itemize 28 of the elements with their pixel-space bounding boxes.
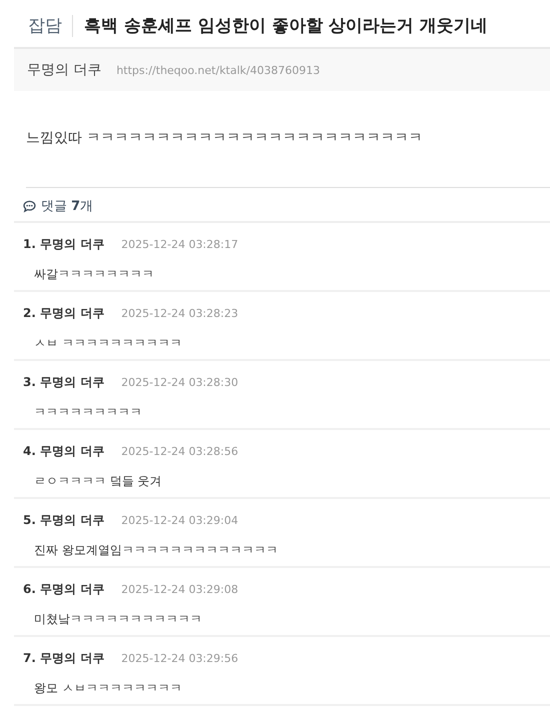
category-label: 잡담 (28, 15, 62, 37)
comment-text: 왕모 ㅅㅂㅋㅋㅋㅋㅋㅋㅋㅋ (33, 680, 183, 697)
speech-bubble-icon (22, 198, 37, 214)
post-body: 느낌있따 ㅋㅋㅋㅋㅋㅋㅋㅋㅋㅋㅋㅋㅋㅋㅋㅋㅋㅋㅋㅋㅋㅋㅋㅋ (25, 129, 424, 148)
comment-time: 2025-12-24 03:28:30 (121, 376, 238, 389)
comment-text: ㅋㅋㅋㅋㅋㅋㅋㅋㅋ (33, 404, 143, 421)
comment-author: 7. 무명의 더쿠 (23, 650, 104, 667)
comment-author: 4. 무명의 더쿠 (23, 443, 104, 460)
comment-time: 2025-12-24 03:28:23 (121, 307, 238, 320)
comment-author: 5. 무명의 더쿠 (23, 512, 104, 529)
comment-author: 3. 무명의 더쿠 (23, 374, 104, 391)
comment-author: 2. 무명의 더쿠 (23, 305, 104, 322)
comment-text: ㅅㅂ ㅋㅋㅋㅋㅋㅋㅋㅋㅋㅋ (33, 335, 183, 352)
comment-time: 2025-12-24 03:29:08 (121, 583, 238, 596)
comment-author: 6. 무명의 더쿠 (23, 581, 104, 598)
comment-text: 싸갈ㅋㅋㅋㅋㅋㅋㅋㅋ (33, 266, 155, 283)
comment-time: 2025-12-24 03:29:04 (121, 514, 238, 527)
author-name: 무명의 더쿠 (27, 61, 102, 79)
comment-text: 진짜 왕모계열임ㅋㅋㅋㅋㅋㅋㅋㅋㅋㅋㅋㅋㅋ (33, 542, 279, 559)
comment-time: 2025-12-24 03:29:56 (121, 652, 238, 665)
comment-text: ㄹㅇㅋㅋㅋㅋ 덬들 웃겨 (33, 473, 163, 490)
comment-time: 2025-12-24 03:28:17 (121, 238, 238, 251)
comment-author: 1. 무명의 더쿠 (23, 236, 104, 253)
post-title: 흑백 송훈셰프 임성한이 좋아할 상이라는거 개웃기네 (84, 15, 488, 37)
comment-count: 댓글 7개 (41, 198, 94, 215)
post-link[interactable]: https://theqoo.net/ktalk/4038760913 (116, 64, 320, 76)
comment-text: 미쳤낰ㅋㅋㅋㅋㅋㅋㅋㅋㅋㅋㅋ (33, 611, 203, 628)
comment-time: 2025-12-24 03:28:56 (121, 445, 238, 458)
